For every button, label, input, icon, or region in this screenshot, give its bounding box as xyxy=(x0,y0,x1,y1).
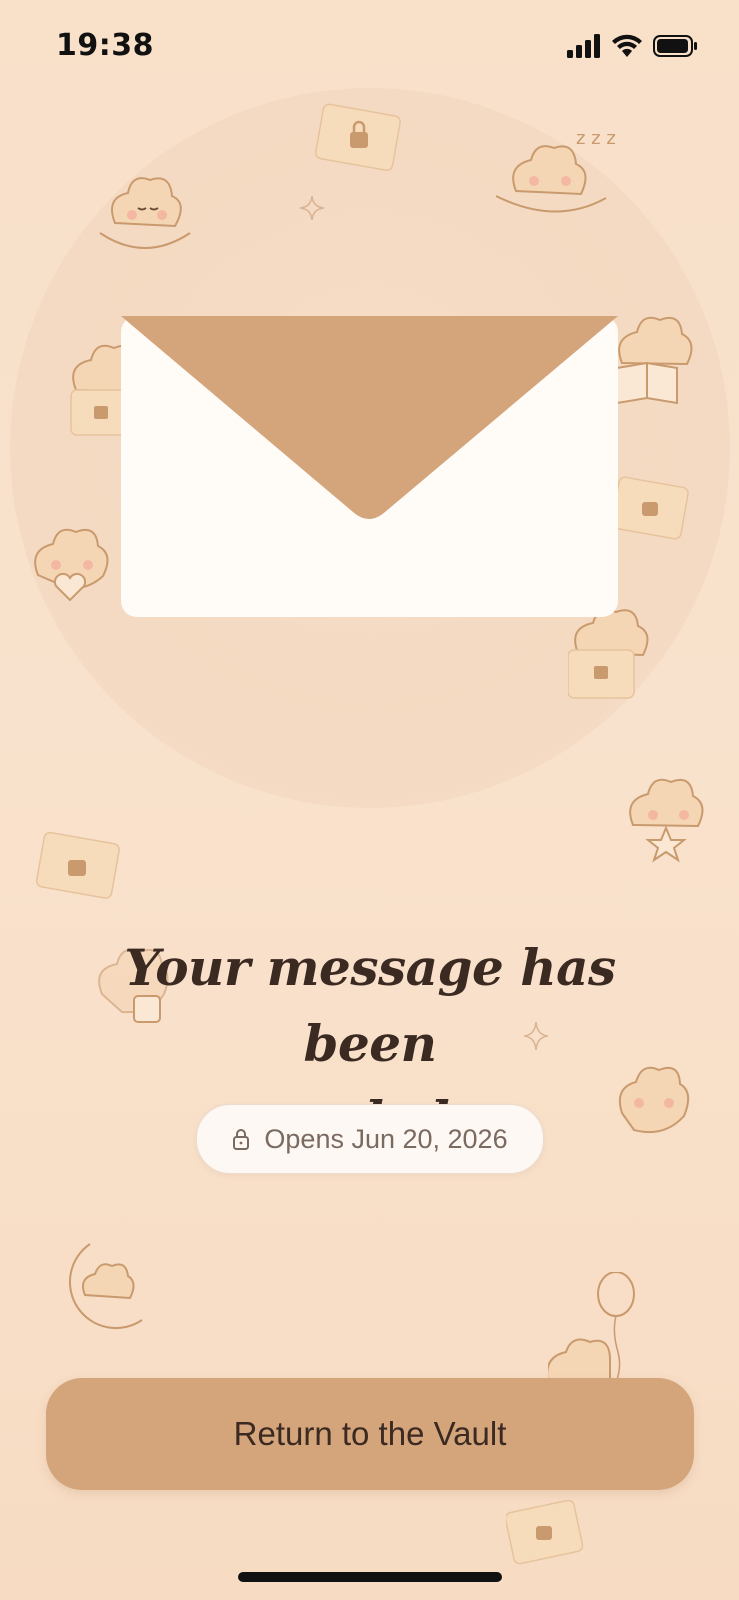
cloud-holding-heart-icon xyxy=(34,528,109,602)
opens-date-label: Opens Jun 20, 2026 xyxy=(264,1123,508,1154)
cloud-meditating-icon xyxy=(99,177,191,249)
cloud-sleeping-icon: z z z xyxy=(496,128,616,213)
envelope-icon xyxy=(121,316,618,617)
cellular-signal-icon xyxy=(567,34,600,58)
status-time: 19:38 xyxy=(56,28,154,63)
cloud-holding-envelope-icon xyxy=(568,609,649,699)
return-to-vault-button[interactable]: Return to the Vault xyxy=(46,1378,694,1490)
cloud-on-moon-icon xyxy=(68,1243,143,1330)
sparkle-icon xyxy=(300,196,324,220)
locked-envelope-icon xyxy=(35,831,120,899)
lock-icon xyxy=(233,1129,250,1150)
return-to-vault-label: Return to the Vault xyxy=(233,1415,507,1452)
battery-icon xyxy=(653,35,697,57)
home-indicator[interactable] xyxy=(238,1572,502,1582)
locked-envelope-icon xyxy=(506,1500,584,1565)
cloud-with-balloon-icon xyxy=(548,1272,635,1382)
locked-envelope-icon xyxy=(612,476,689,540)
wifi-icon xyxy=(612,34,642,57)
cloud-holding-star-icon xyxy=(629,778,704,863)
svg-text:z z z: z z z xyxy=(576,128,616,149)
locked-envelope-icon xyxy=(314,103,401,171)
status-bar: 19:38 xyxy=(0,0,739,90)
status-icons xyxy=(567,34,699,58)
cloud-reading-icon xyxy=(616,316,693,405)
opens-date-badge: Opens Jun 20, 2026 xyxy=(196,1104,544,1174)
headline-line-1: Your message has been xyxy=(124,938,616,1073)
